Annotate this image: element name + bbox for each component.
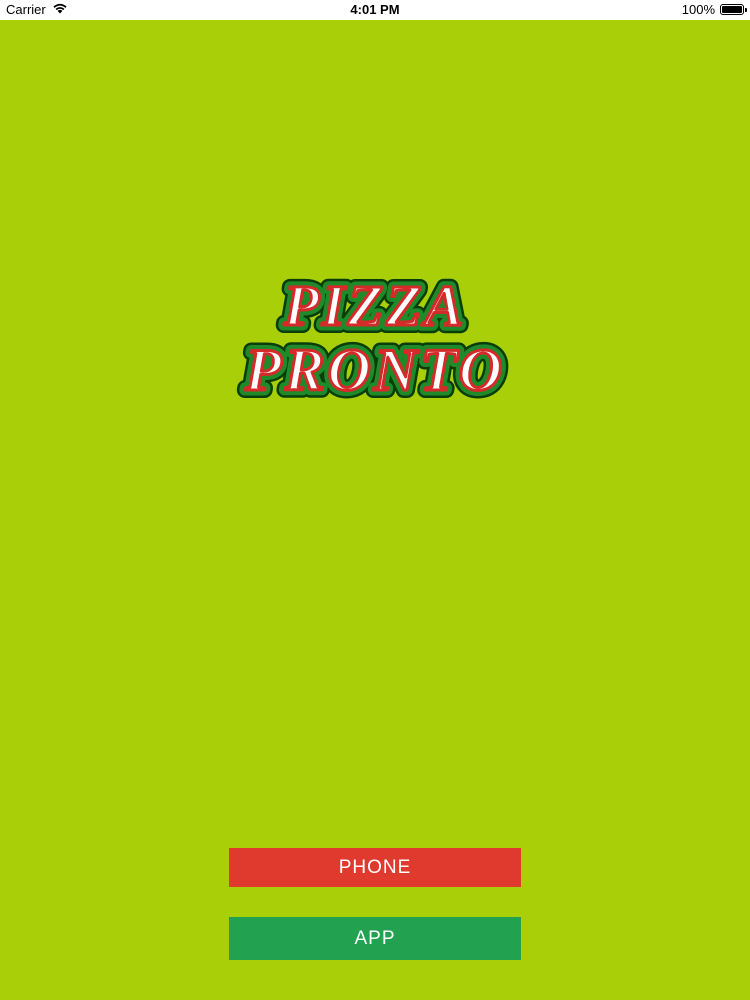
- pizza-pronto-logo: PIZZA PIZZA PIZZA PRONTO PRONTO PRONTO: [215, 265, 535, 415]
- phone-button[interactable]: PHONE: [229, 848, 521, 887]
- status-time: 4:01 PM: [350, 2, 400, 17]
- app-button[interactable]: APP: [229, 917, 521, 960]
- logo-line1-text: PIZZA: [283, 273, 467, 338]
- battery-group: 100%: [681, 2, 747, 17]
- battery-tip: [745, 8, 747, 12]
- app-screen: Carrier 4:01 PM 100% PIZZA PIZZA PIZZA P…: [0, 0, 750, 1000]
- battery-icon: [720, 4, 747, 15]
- battery-level: [722, 6, 742, 13]
- logo-line2-text: PRONTO: [244, 337, 505, 403]
- status-bar: Carrier 4:01 PM 100%: [0, 0, 750, 20]
- battery-percent: 100%: [681, 2, 715, 17]
